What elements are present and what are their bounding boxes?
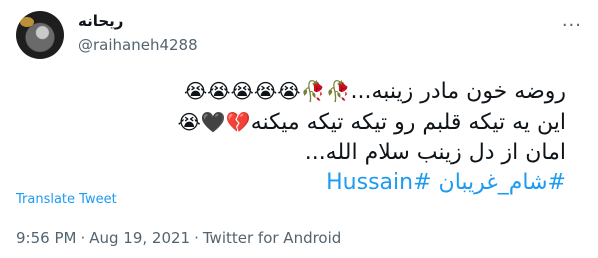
- tweet-body: روضه خون مادر زینبه...🥀🥀😭😭😭😭😭 این یه تیک…: [16, 76, 567, 198]
- tweet-line-1: روضه خون مادر زینبه...🥀🥀😭😭😭😭😭: [16, 76, 566, 107]
- separator: ·: [194, 229, 199, 247]
- tweet-line-2-emoji: 💔🖤😭: [177, 110, 251, 134]
- separator: ·: [80, 229, 86, 247]
- author-name[interactable]: ریحانه: [78, 12, 123, 30]
- avatar-glow: [20, 17, 34, 27]
- tweet-line-1-text: روضه خون مادر زینبه...: [350, 79, 566, 104]
- more-dots-icon[interactable]: ···: [562, 15, 582, 36]
- tweet-date[interactable]: Aug 19, 2021: [89, 229, 190, 247]
- hashtag-link[interactable]: #Hussain: [326, 170, 431, 195]
- hashtag-link[interactable]: #شام_غریبان: [439, 170, 566, 195]
- tweet-time[interactable]: 9:56 PM: [16, 229, 76, 247]
- translate-tweet-link[interactable]: Translate Tweet: [16, 192, 117, 207]
- tweet-source: Twitter for Android: [202, 229, 342, 247]
- tweet-line-2: این یه تیکه قلبم رو تیکه تیکه میکنه💔🖤😭: [16, 107, 567, 138]
- tweet-meta: 9:56 PM · Aug 19, 2021 · Twitter for Android: [16, 229, 341, 247]
- tweet-line-2-text: این یه تیکه قلبم رو تیکه تیکه میکنه: [250, 110, 566, 135]
- tweet-line-1-emoji: 🥀🥀😭😭😭😭😭: [183, 79, 351, 103]
- avatar[interactable]: [16, 11, 64, 59]
- tweet-line-3: امان از دل زینب سلام الله...: [304, 140, 566, 165]
- author-handle[interactable]: @raihaneh4288: [78, 36, 198, 54]
